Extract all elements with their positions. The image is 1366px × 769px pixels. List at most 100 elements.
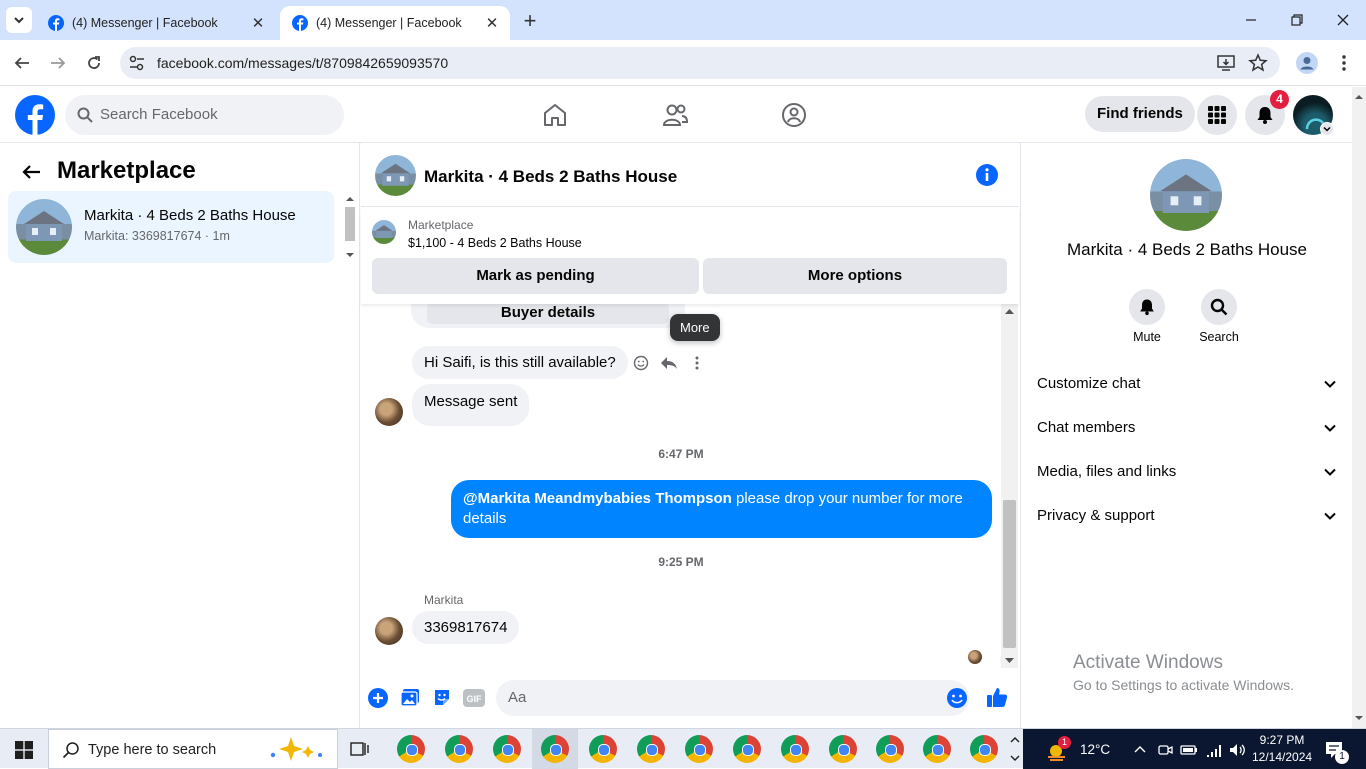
volume-icon[interactable]	[1228, 741, 1246, 759]
page-scrollbar[interactable]	[1352, 87, 1366, 728]
menu-grid-button[interactable]	[1197, 95, 1237, 135]
taskbar-overflow-icon[interactable]	[1009, 732, 1021, 766]
bookmark-star-icon[interactable]	[1248, 53, 1268, 73]
address-bar[interactable]: facebook.com/messages/t/8709842659093570	[120, 47, 1280, 79]
chevron-down-icon	[1324, 380, 1336, 388]
sender-avatar[interactable]	[375, 398, 403, 426]
message-input[interactable]: Aa	[496, 680, 969, 716]
profile-button[interactable]	[1293, 49, 1321, 77]
info-icon[interactable]	[975, 163, 999, 187]
meet-now-icon[interactable]	[1157, 742, 1173, 758]
mute-button[interactable]: Mute	[1117, 289, 1177, 344]
tab-search-button[interactable]	[6, 7, 32, 33]
close-tab-icon[interactable]: ✕	[248, 13, 268, 33]
chrome-taskbar-app[interactable]	[397, 735, 425, 763]
close-window-button[interactable]	[1320, 0, 1366, 40]
reply-button[interactable]	[659, 353, 679, 373]
chat-avatar[interactable]	[375, 155, 416, 196]
react-button[interactable]	[631, 353, 651, 373]
house-image	[1160, 174, 1212, 213]
browser-tab-2-active[interactable]: (4) Messenger | Facebook ✕	[280, 6, 510, 40]
facebook-search-input[interactable]: Search Facebook	[65, 95, 344, 135]
chat-members-section[interactable]: Chat members	[1037, 409, 1337, 449]
site-settings-icon[interactable]	[128, 54, 146, 72]
reload-button[interactable]	[80, 49, 108, 77]
new-tab-button[interactable]: +	[518, 10, 542, 34]
network-icon[interactable]	[1205, 741, 1223, 759]
chrome-taskbar-app[interactable]	[445, 735, 473, 763]
task-view-icon[interactable]	[350, 740, 370, 758]
conversation-item[interactable]: Markita · 4 Beds 2 Baths House Markita: …	[8, 191, 334, 263]
gif-icon[interactable]: GIF	[463, 688, 485, 708]
search-label: Search	[1199, 330, 1239, 344]
clock-date[interactable]: 12/14/2024	[1252, 750, 1312, 764]
buyer-details-card: Buyer details	[411, 304, 685, 328]
chrome-taskbar-app[interactable]	[685, 735, 713, 763]
chrome-taskbar-app[interactable]	[733, 735, 761, 763]
thumbs-up-icon[interactable]	[986, 686, 1008, 708]
restore-button[interactable]	[1274, 0, 1320, 40]
privacy-support-section[interactable]: Privacy & support	[1037, 497, 1337, 537]
battery-icon[interactable]	[1180, 742, 1198, 758]
emoji-icon[interactable]	[946, 687, 968, 709]
message-bubble-outgoing[interactable]: @Markita Meandmybabies Thompson please d…	[451, 480, 992, 538]
close-tab-icon[interactable]: ✕	[482, 13, 502, 33]
scroll-thumb[interactable]	[1003, 500, 1016, 648]
search-in-chat-button[interactable]: Search	[1189, 289, 1249, 344]
forward-button[interactable]	[44, 49, 72, 77]
chrome-taskbar-app[interactable]	[970, 735, 998, 763]
minimize-button[interactable]	[1228, 0, 1274, 40]
photo-icon[interactable]	[400, 688, 420, 708]
chat-title[interactable]: Markita · 4 Beds 2 Baths House	[424, 167, 677, 187]
chrome-taskbar-app[interactable]	[829, 735, 857, 763]
browser-tab-1[interactable]: (4) Messenger | Facebook ✕	[36, 6, 276, 40]
chrome-taskbar-app[interactable]	[637, 735, 665, 763]
svg-text:GIF: GIF	[467, 694, 483, 704]
friends-icon[interactable]	[661, 101, 689, 129]
tab-title: (4) Messenger | Facebook	[316, 16, 462, 30]
chrome-taskbar-app[interactable]	[876, 735, 904, 763]
chrome-taskbar-app[interactable]	[493, 735, 521, 763]
clock-time[interactable]: 9:27 PM	[1252, 733, 1312, 747]
back-button[interactable]	[8, 49, 36, 77]
message-bubble-incoming[interactable]: 3369817674	[412, 611, 520, 644]
panel-title: Marketplace	[57, 157, 196, 184]
more-actions-button[interactable]	[687, 353, 707, 373]
chat-scrollbar[interactable]	[1001, 304, 1018, 668]
details-avatar[interactable]	[1150, 159, 1222, 231]
sticker-icon[interactable]	[432, 688, 452, 708]
chevron-down-icon	[1323, 126, 1331, 132]
plus-circle-icon[interactable]	[368, 688, 388, 708]
chrome-taskbar-app[interactable]	[923, 735, 951, 763]
listing-title[interactable]: $1,100 - 4 Beds 2 Baths House	[408, 236, 582, 250]
taskbar-search-box[interactable]: Type here to search	[48, 729, 338, 769]
search-icon	[62, 742, 79, 759]
groups-icon[interactable]	[780, 101, 808, 129]
message-bubble-incoming[interactable]: Hi Saifi, is this still available?	[412, 346, 628, 379]
more-tooltip: More	[670, 314, 720, 341]
mention[interactable]: @Markita Meandmybabies Thompson	[463, 490, 732, 507]
media-files-links-section[interactable]: Media, files and links	[1037, 453, 1337, 493]
home-icon[interactable]	[541, 101, 569, 129]
left-scrollbar[interactable]	[343, 193, 357, 263]
chrome-taskbar-app[interactable]	[589, 735, 617, 763]
chevron-up-icon[interactable]	[1134, 744, 1146, 754]
sender-avatar[interactable]	[375, 617, 403, 645]
windows-start-icon[interactable]	[15, 741, 33, 759]
weather-temp[interactable]: 12°C	[1080, 742, 1110, 757]
customize-chat-section[interactable]: Customize chat	[1037, 365, 1337, 405]
more-options-button[interactable]: More options	[703, 258, 1007, 294]
chrome-taskbar-app[interactable]	[541, 735, 569, 763]
browser-menu-button[interactable]	[1330, 49, 1358, 77]
install-app-icon[interactable]	[1216, 53, 1236, 73]
buyer-details-button[interactable]: Buyer details	[427, 304, 669, 324]
composer-placeholder: Aa	[508, 689, 527, 706]
message-bubble-incoming[interactable]: Message sent	[412, 384, 530, 426]
account-chevron[interactable]	[1320, 122, 1334, 136]
find-friends-button[interactable]: Find friends	[1085, 96, 1195, 132]
mark-as-pending-button[interactable]: Mark as pending	[372, 258, 699, 294]
back-arrow-icon[interactable]	[20, 161, 42, 183]
chrome-taskbar-app[interactable]	[781, 735, 809, 763]
facebook-logo-icon[interactable]	[15, 95, 55, 135]
listing-thumbnail[interactable]	[372, 220, 396, 244]
